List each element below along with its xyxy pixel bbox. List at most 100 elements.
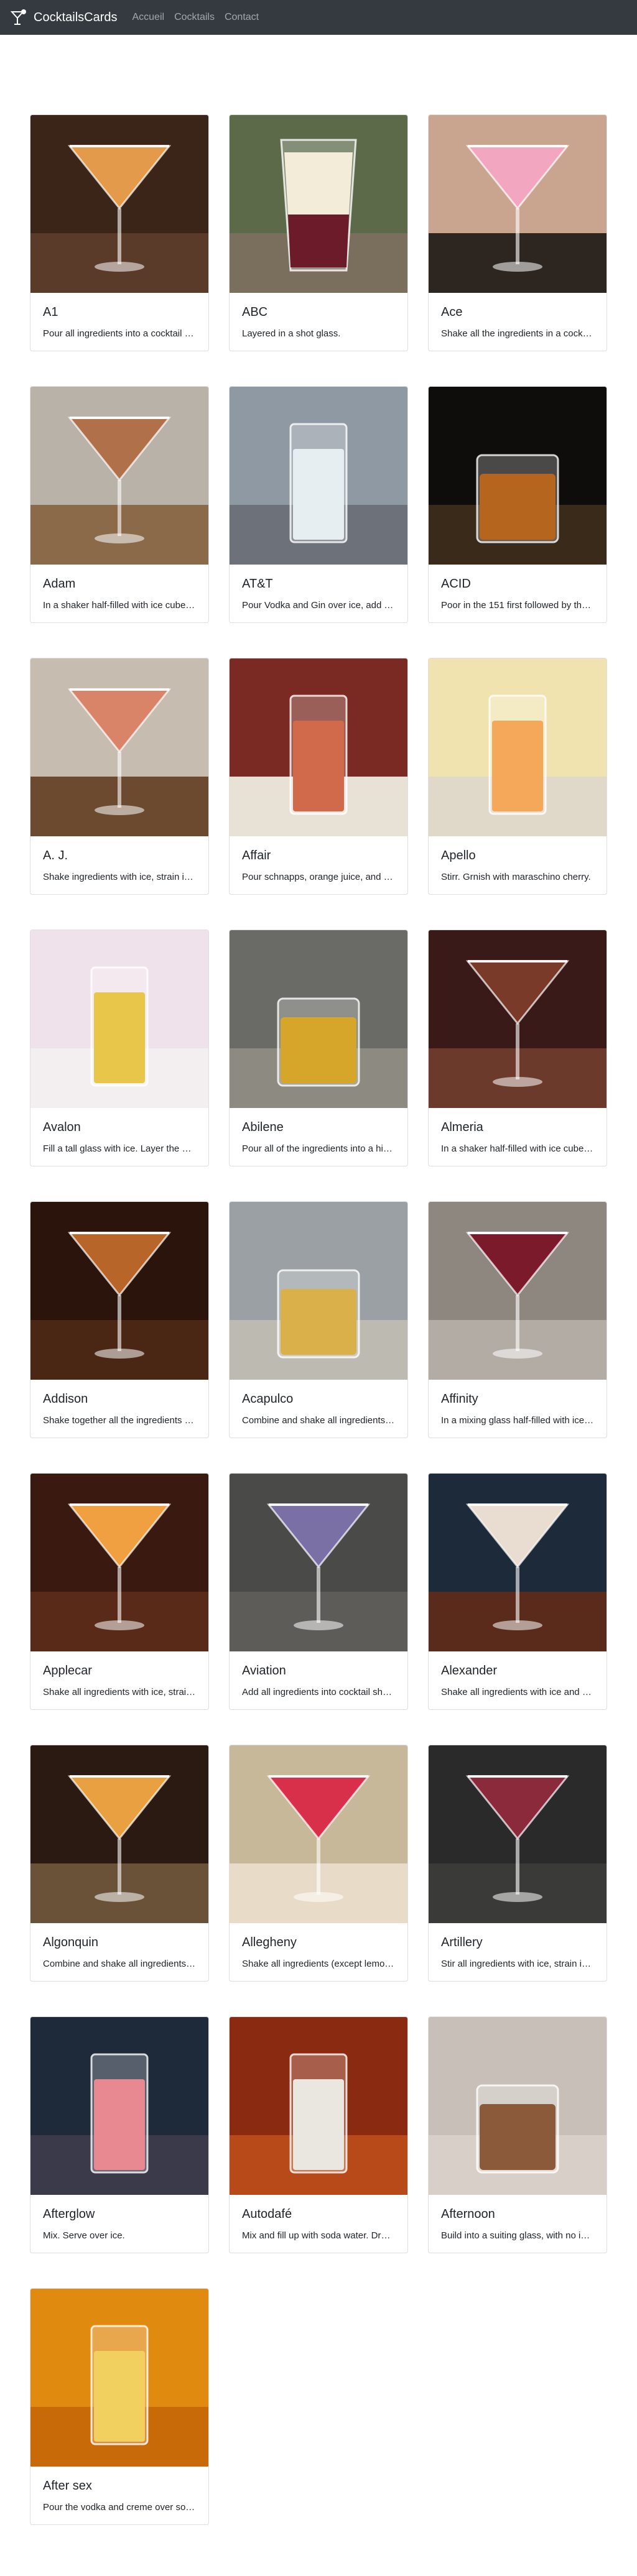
cocktail-title: A. J. bbox=[43, 849, 68, 862]
cocktail-instructions: Layered in a shot glass. bbox=[242, 328, 341, 339]
cocktail-instructions: In a mixing glass half-filled with ice c… bbox=[441, 1415, 594, 1426]
cocktail-card[interactable]: Acapulco Combine and shake all ingredient… bbox=[229, 1201, 408, 1438]
card-body: Applecar Shake all ingredients with ice, … bbox=[30, 1651, 208, 1709]
cocktail-image[interactable] bbox=[230, 930, 407, 1108]
cocktail-card[interactable]: Autodafé Mix and fill up with soda water.… bbox=[229, 2016, 408, 2253]
card-body: Alexander Shake all ingredients with ice … bbox=[429, 1651, 607, 1709]
cocktail-card[interactable]: Affinity In a mixing glass half-filled wi… bbox=[428, 1201, 607, 1438]
cocktail-instructions: Fill a tall glass with ice. Layer the Fi… bbox=[43, 1143, 196, 1154]
navbar: CocktailsCards Accueil Cocktails Contact bbox=[0, 0, 637, 35]
card-body: Afterglow Mix. Serve over ice. bbox=[30, 2195, 208, 2253]
cocktail-card[interactable]: Allegheny Shake all ingredients (except l… bbox=[229, 1745, 408, 1982]
cocktail-instructions: Stirr. Grnish with maraschino cherry. bbox=[441, 872, 591, 882]
cocktail-title: Ace bbox=[441, 305, 463, 319]
cocktail-title: Algonquin bbox=[43, 1936, 98, 1949]
card-body: ABC Layered in a shot glass. bbox=[230, 293, 407, 351]
cocktail-card[interactable]: Afternoon Build into a suiting glass, wit… bbox=[428, 2016, 607, 2253]
cocktail-title: Avalon bbox=[43, 1120, 81, 1134]
cocktail-title: Adam bbox=[43, 577, 76, 591]
card-body: Autodafé Mix and fill up with soda water.… bbox=[230, 2195, 407, 2253]
cocktail-title: ACID bbox=[441, 577, 471, 591]
card-body: Artillery Stir all ingredients with ice, … bbox=[429, 1923, 607, 1981]
nav-link-cocktails[interactable]: Cocktails bbox=[169, 7, 220, 28]
cocktail-title: A1 bbox=[43, 305, 58, 319]
cocktail-card[interactable]: Algonquin Combine and shake all ingredien… bbox=[30, 1745, 209, 1982]
cocktail-image[interactable] bbox=[230, 115, 407, 293]
cocktail-image[interactable] bbox=[30, 1202, 208, 1380]
cocktail-title: AT&T bbox=[242, 577, 273, 591]
cocktail-image[interactable] bbox=[30, 658, 208, 836]
nav-link-contact[interactable]: Contact bbox=[220, 7, 264, 28]
card-body: A. J. Shake ingredients with ice, strain … bbox=[30, 836, 208, 894]
card-body: Avalon Fill a tall glass with ice. Layer … bbox=[30, 1108, 208, 1166]
cocktail-card[interactable]: ACID Poor in the 151 first followed by th… bbox=[428, 386, 607, 623]
cocktail-image[interactable] bbox=[429, 1202, 607, 1380]
cocktail-title: After sex bbox=[43, 2479, 92, 2493]
cocktail-title: Affair bbox=[242, 849, 271, 862]
cocktail-card[interactable]: Abilene Pour all of the ingredients into … bbox=[229, 930, 408, 1166]
card-body: Apello Stirr. Grnish with maraschino cher… bbox=[429, 836, 607, 894]
cocktail-image[interactable] bbox=[30, 1474, 208, 1651]
cocktail-image[interactable] bbox=[30, 387, 208, 565]
card-body: Affinity In a mixing glass half-filled wi… bbox=[429, 1380, 607, 1438]
cocktail-image[interactable] bbox=[429, 1474, 607, 1651]
cocktail-card[interactable]: After sex Pour the vodka and creme over s… bbox=[30, 2288, 209, 2525]
cocktail-image[interactable] bbox=[230, 1474, 407, 1651]
card-body: Abilene Pour all of the ingredients into … bbox=[230, 1108, 407, 1166]
cocktail-card[interactable]: ABC Layered in a shot glass. bbox=[229, 114, 408, 351]
cocktail-instructions: Build into a suiting glass, with no ice.… bbox=[441, 2230, 594, 2241]
cocktail-instructions: In a shaker half-filled with ice cubes, … bbox=[441, 1143, 594, 1154]
cocktail-image[interactable] bbox=[429, 1745, 607, 1923]
cocktail-instructions: Shake ingredients with ice, strain into … bbox=[43, 872, 196, 882]
cocktail-image[interactable] bbox=[230, 1202, 407, 1380]
cocktail-card[interactable]: Artillery Stir all ingredients with ice, … bbox=[428, 1745, 607, 1982]
cocktail-image[interactable] bbox=[429, 930, 607, 1108]
cocktail-instructions: Mix and fill up with soda water. Drunk b… bbox=[242, 2230, 395, 2241]
cocktail-image[interactable] bbox=[230, 2017, 407, 2195]
cocktail-title: Allegheny bbox=[242, 1936, 297, 1949]
cocktail-card[interactable]: Almeria In a shaker half-filled with ice … bbox=[428, 930, 607, 1166]
cocktail-image[interactable] bbox=[230, 658, 407, 836]
cocktail-image[interactable] bbox=[429, 115, 607, 293]
card-body: Almeria In a shaker half-filled with ice … bbox=[429, 1108, 607, 1166]
cocktail-title: Abilene bbox=[242, 1120, 284, 1134]
brand-name: CocktailsCards bbox=[34, 10, 118, 24]
card-body: Affair Pour schnapps, orange juice, and c… bbox=[230, 836, 407, 894]
cocktail-card[interactable]: Alexander Shake all ingredients with ice … bbox=[428, 1473, 607, 1710]
cocktail-title: Applecar bbox=[43, 1664, 92, 1678]
cocktail-image[interactable] bbox=[230, 1745, 407, 1923]
cocktail-image[interactable] bbox=[230, 387, 407, 565]
cocktail-card[interactable]: Afterglow Mix. Serve over ice. bbox=[30, 2016, 209, 2253]
cocktail-image[interactable] bbox=[30, 1745, 208, 1923]
brand-link[interactable]: CocktailsCards bbox=[10, 8, 117, 27]
cocktail-instructions: Combine and shake all ingredients (excep… bbox=[242, 1415, 395, 1426]
cocktail-card[interactable]: Apello Stirr. Grnish with maraschino cher… bbox=[428, 658, 607, 895]
cocktail-card[interactable]: Affair Pour schnapps, orange juice, and c… bbox=[229, 658, 408, 895]
cocktail-title: Afterglow bbox=[43, 2207, 95, 2221]
cocktail-image[interactable] bbox=[30, 115, 208, 293]
cocktail-card[interactable]: Avalon Fill a tall glass with ice. Layer … bbox=[30, 930, 209, 1166]
card-body: Ace Shake all the ingredients in a cockta… bbox=[429, 293, 607, 351]
cocktail-image[interactable] bbox=[429, 387, 607, 565]
cocktail-image[interactable] bbox=[429, 658, 607, 836]
cocktail-card[interactable]: Applecar Shake all ingredients with ice, … bbox=[30, 1473, 209, 1710]
cocktail-card[interactable]: Adam In a shaker half-filled with ice cub… bbox=[30, 386, 209, 623]
cocktail-card[interactable]: Addison Shake together all the ingredient… bbox=[30, 1201, 209, 1438]
cocktail-instructions: Pour Vodka and Gin over ice, add Tonic a… bbox=[242, 600, 395, 611]
cocktail-title: Artillery bbox=[441, 1936, 483, 1949]
nav-link-accueil[interactable]: Accueil bbox=[127, 7, 169, 28]
cocktail-instructions: Stir all ingredients with ice, strain in… bbox=[441, 1959, 594, 1969]
cocktail-image[interactable] bbox=[30, 2289, 208, 2467]
cocktail-instructions: Pour all ingredients into a cocktail sha… bbox=[43, 328, 196, 339]
cocktail-card[interactable]: A1 Pour all ingredients into a cocktail s… bbox=[30, 114, 209, 351]
cocktail-card[interactable]: Ace Shake all the ingredients in a cockta… bbox=[428, 114, 607, 351]
card-body: Aviation Add all ingredients into cocktai… bbox=[230, 1651, 407, 1709]
cocktail-instructions: Mix. Serve over ice. bbox=[43, 2230, 125, 2241]
cocktail-image[interactable] bbox=[30, 2017, 208, 2195]
cocktail-card[interactable]: A. J. Shake ingredients with ice, strain … bbox=[30, 658, 209, 895]
cocktail-card[interactable]: AT&T Pour Vodka and Gin over ice, add Ton… bbox=[229, 386, 408, 623]
cocktail-image[interactable] bbox=[429, 2017, 607, 2195]
card-body: Adam In a shaker half-filled with ice cub… bbox=[30, 565, 208, 622]
cocktail-image[interactable] bbox=[30, 930, 208, 1108]
cocktail-card[interactable]: Aviation Add all ingredients into cocktai… bbox=[229, 1473, 408, 1710]
